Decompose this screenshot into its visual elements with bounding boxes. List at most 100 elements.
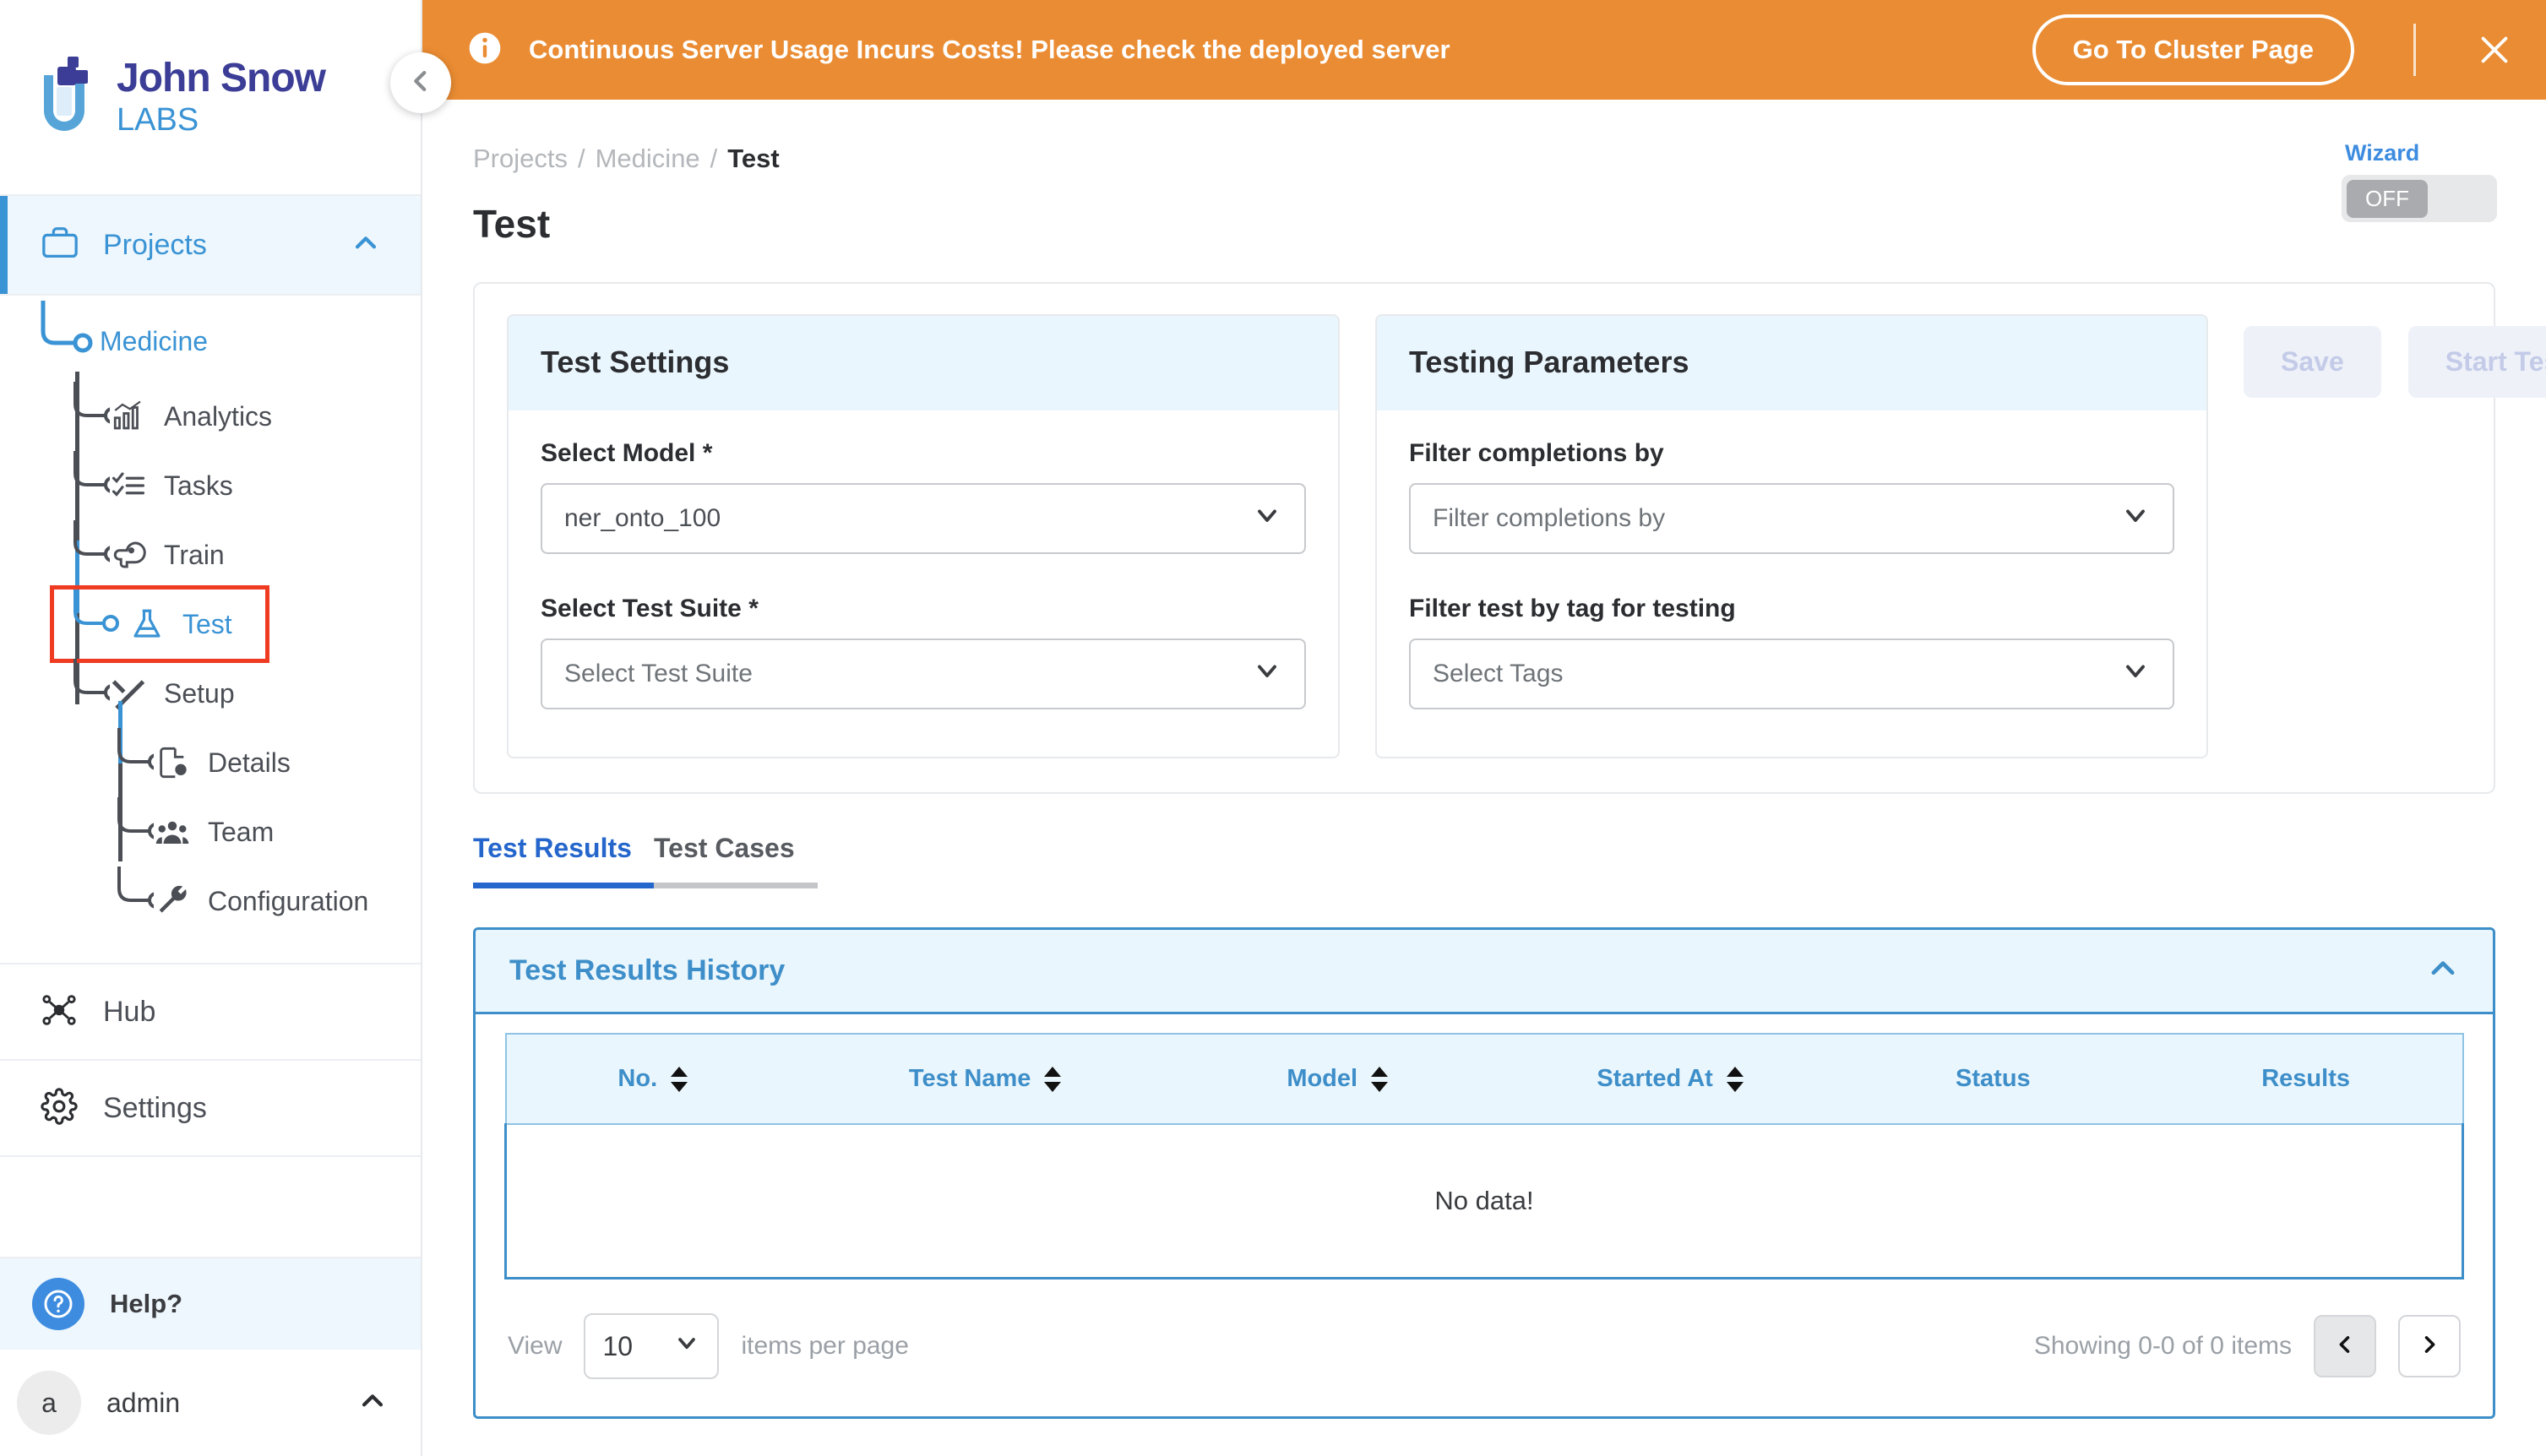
chevron-right-icon <box>2418 1333 2441 1361</box>
close-icon[interactable] <box>2475 30 2514 69</box>
document-info-icon <box>154 744 191 781</box>
sidebar-collapse-button[interactable] <box>390 52 451 113</box>
test-settings-title: Test Settings <box>541 345 730 379</box>
action-buttons: Save Start Testing <box>2244 314 2546 398</box>
column-header-no-label: No. <box>617 1065 658 1092</box>
sidebar-item-hub-label: Hub <box>103 995 156 1028</box>
sidebar-spacer <box>0 1155 421 1257</box>
start-testing-button[interactable]: Start Testing <box>2407 326 2546 398</box>
wizard-toggle[interactable]: OFF <box>2342 175 2497 222</box>
empty-state-row: No data! <box>504 1124 2464 1279</box>
pagination: View 10 items per page Showing 0-0 of 0 … <box>476 1279 2493 1416</box>
chevron-down-icon <box>1252 655 1282 693</box>
page-title: Test <box>473 202 551 246</box>
filter-tags-value: Select Tags <box>1433 660 1564 687</box>
filter-completions-label: Filter completions by <box>1409 439 1664 467</box>
history-title: Test Results History <box>509 954 786 986</box>
items-per-page-select[interactable]: 10 <box>584 1313 720 1379</box>
sidebar-bottom-nav: Hub Settings Help? a admin <box>0 963 421 1456</box>
tree-connector <box>117 728 154 770</box>
column-header-started-at[interactable]: Started At <box>1504 1033 1837 1125</box>
filter-completions-dropdown[interactable]: Filter completions by <box>1409 483 2174 554</box>
sidebar-item-projects[interactable]: Projects <box>0 196 421 296</box>
test-results-history-panel: Test Results History No. Test Name Model… <box>473 927 2495 1419</box>
sidebar-item-configuration[interactable]: Configuration <box>44 867 421 936</box>
select-model-dropdown[interactable]: ner_onto_100 <box>541 483 1306 554</box>
table-body: No data! <box>504 1124 2464 1279</box>
filter-tags-dropdown[interactable]: Select Tags <box>1409 638 2174 709</box>
sidebar-item-analytics-label: Analytics <box>164 400 273 432</box>
breadcrumb-projects[interactable]: Projects <box>473 144 568 174</box>
banner-divider <box>2413 24 2416 76</box>
sidebar-item-hub[interactable]: Hub <box>0 963 421 1059</box>
brand-logo[interactable]: John Snow LABS <box>0 0 421 196</box>
sort-icon[interactable] <box>1371 1066 1389 1093</box>
flask-icon <box>128 606 166 643</box>
sidebar: John Snow LABS Projects Medicine Analyti… <box>0 0 451 1456</box>
sort-icon[interactable] <box>671 1066 688 1093</box>
column-header-no[interactable]: No. <box>504 1033 800 1125</box>
select-test-suite-value: Select Test Suite <box>564 660 753 687</box>
table-header-row: No. Test Name Model Started At Status Re… <box>504 1033 2464 1125</box>
column-header-status: Status <box>1836 1033 2150 1125</box>
sidebar-item-train-label: Train <box>164 539 225 570</box>
sidebar-item-settings[interactable]: Settings <box>0 1059 421 1155</box>
tab-test-results-label: Test Results <box>473 833 632 863</box>
empty-state-message: No data! <box>504 1124 2464 1279</box>
chevron-left-icon <box>406 67 435 100</box>
breadcrumb: Projects / Medicine / Test <box>473 144 2495 174</box>
select-test-suite-label: Select Test Suite * <box>541 595 759 622</box>
sidebar-item-team[interactable]: Team <box>44 797 421 867</box>
testing-parameters-header: Testing Parameters <box>1377 316 2206 410</box>
sidebar-item-setup[interactable]: Setup <box>0 659 421 728</box>
cost-warning-banner: Continuous Server Usage Incurs Costs! Pl… <box>422 0 2546 100</box>
tree-item-medicine[interactable]: Medicine <box>0 301 421 382</box>
breadcrumb-medicine[interactable]: Medicine <box>596 144 700 174</box>
chevron-up-icon[interactable] <box>351 229 380 262</box>
go-to-cluster-page-button[interactable]: Go To Cluster Page <box>2032 14 2354 85</box>
select-test-suite-dropdown[interactable]: Select Test Suite <box>541 638 1306 709</box>
tree-connector <box>117 797 154 839</box>
sidebar-item-analytics[interactable]: Analytics <box>0 382 421 451</box>
test-settings-header: Test Settings <box>509 316 1338 410</box>
settings-container: Test Settings Select Model * ner_onto_10… <box>473 282 2546 794</box>
sidebar-item-test[interactable]: Test <box>50 585 269 663</box>
tree-connector <box>73 520 110 562</box>
chevron-up-icon[interactable] <box>358 1387 387 1420</box>
wizard-toggle-state: OFF <box>2347 179 2428 218</box>
sidebar-item-configuration-label: Configuration <box>208 885 369 916</box>
tab-test-cases-label: Test Cases <box>654 833 795 863</box>
column-header-test-name-label: Test Name <box>908 1065 1031 1092</box>
sort-icon[interactable] <box>1044 1066 1062 1093</box>
tree-connector <box>73 451 110 493</box>
select-model-label: Select Model * <box>541 439 713 467</box>
user-menu[interactable]: a admin <box>0 1350 421 1456</box>
previous-page-button[interactable] <box>2314 1315 2376 1377</box>
tab-test-results[interactable]: Test Results <box>473 833 654 907</box>
sidebar-item-tasks[interactable]: Tasks <box>0 451 421 520</box>
hub-icon <box>41 991 78 1033</box>
sort-icon[interactable] <box>1726 1066 1744 1093</box>
column-header-model[interactable]: Model <box>1171 1033 1504 1125</box>
sidebar-item-train[interactable]: Train <box>0 520 421 589</box>
testing-parameters-body: Filter completions by Filter completions… <box>1377 410 2206 757</box>
test-settings-card: Test Settings Select Model * ner_onto_10… <box>507 314 1340 758</box>
results-tabs: Test Results Test Cases <box>473 833 818 907</box>
column-header-test-name[interactable]: Test Name <box>799 1033 1172 1125</box>
tools-icon <box>110 675 147 712</box>
test-settings-body: Select Model * ner_onto_100 Select Test … <box>509 410 1338 757</box>
chevron-up-icon[interactable] <box>2427 953 2459 989</box>
history-header[interactable]: Test Results History <box>476 930 2493 1014</box>
filter-tags-label: Filter test by tag for testing <box>1409 595 1736 622</box>
help-button[interactable]: Help? <box>0 1257 421 1350</box>
next-page-button[interactable] <box>2398 1315 2461 1377</box>
column-header-started-at-label: Started At <box>1597 1065 1713 1092</box>
tab-test-cases[interactable]: Test Cases <box>654 833 818 907</box>
sidebar-item-setup-label: Setup <box>164 677 235 709</box>
tree-connector <box>73 659 110 701</box>
avatar: a <box>17 1371 81 1435</box>
save-button[interactable]: Save <box>2244 326 2381 398</box>
breadcrumb-separator: / <box>710 144 718 173</box>
sidebar-item-details[interactable]: Details <box>44 728 421 797</box>
testing-parameters-card: Testing Parameters Filter completions by… <box>1375 314 2208 758</box>
